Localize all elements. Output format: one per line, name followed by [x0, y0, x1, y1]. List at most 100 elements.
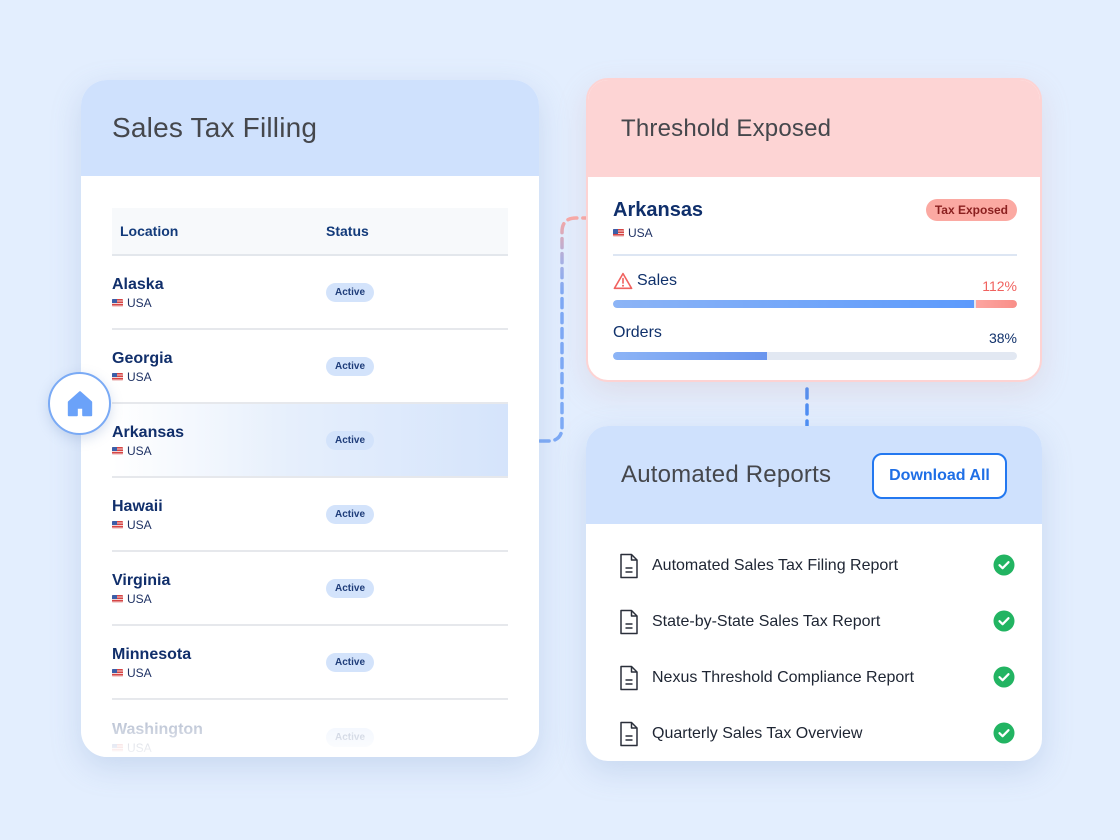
metric-label: Orders [613, 324, 1017, 342]
location-cell: Virginia USA [112, 571, 326, 606]
us-flag-icon [112, 446, 123, 455]
check-circle-icon [993, 610, 1015, 632]
us-flag-icon [613, 229, 624, 237]
metric-orders: Orders 38% [613, 324, 1017, 360]
document-icon [620, 609, 638, 635]
table-row[interactable]: Minnesota USA Active [112, 626, 508, 700]
state-name: Virginia [112, 571, 171, 589]
us-flag-icon [112, 594, 123, 603]
divider [613, 254, 1017, 256]
fade-overlay [81, 697, 539, 757]
state-name: Hawaii [112, 497, 163, 515]
threshold-body: Arkansas USA Tax Exposed Sales 112% Orde… [613, 199, 1017, 360]
report-name: Nexus Threshold Compliance Report [652, 669, 915, 686]
progress-track [613, 352, 1017, 360]
metric-value: 112% [982, 278, 1017, 294]
metric-sales: Sales 112% [613, 272, 1017, 308]
country-text: USA [628, 226, 653, 240]
report-item[interactable]: State-by-State Sales Tax Report [619, 594, 1015, 650]
report-name: Quarterly Sales Tax Overview [652, 725, 863, 742]
check-circle-icon [993, 722, 1015, 744]
country-text: USA [127, 443, 152, 458]
country-label: USA [112, 592, 326, 606]
check-circle-icon [993, 666, 1015, 688]
table-row[interactable]: Alaska USA Active [112, 256, 508, 330]
state-name: Georgia [112, 349, 173, 367]
progress-fill [613, 352, 767, 360]
progress-fill [613, 300, 974, 308]
country-label: USA [613, 226, 1017, 240]
status-cell: Active [326, 430, 375, 450]
location-cell: Alaska USA [112, 275, 326, 310]
us-flag-icon [112, 298, 123, 307]
download-all-button[interactable]: Download All [872, 453, 1007, 499]
country-label: USA [112, 444, 326, 458]
status-badge: Active [326, 505, 375, 524]
state-name: Minnesota [112, 645, 192, 663]
metric-label: Sales [613, 272, 1017, 290]
location-cell: Arkansas USA [112, 423, 326, 458]
reports-list: Automated Sales Tax Filing Report State-… [619, 538, 1015, 761]
card-header: Threshold Exposed [588, 80, 1040, 177]
status-badge: Active [326, 653, 375, 672]
country-label: USA [112, 370, 326, 384]
home-button[interactable] [48, 372, 111, 435]
status-badge: Active [326, 579, 375, 598]
report-name: Automated Sales Tax Filing Report [652, 557, 899, 574]
report-item[interactable]: Automated Sales Tax Filing Report [619, 538, 1015, 594]
table-header: Location Status [112, 208, 508, 256]
status-cell: Active [326, 282, 375, 302]
country-text: USA [127, 517, 152, 532]
location-cell: Georgia USA [112, 349, 326, 384]
status-badge: Active [326, 431, 375, 450]
tax-exposed-badge: Tax Exposed [925, 199, 1017, 221]
us-flag-icon [112, 520, 123, 529]
document-icon [620, 721, 638, 747]
location-cell: Minnesota USA [112, 645, 326, 680]
country-text: USA [127, 295, 152, 310]
warning-icon [613, 272, 633, 290]
location-cell: Hawaii USA [112, 497, 326, 532]
column-header-status: Status [326, 223, 369, 239]
card-title: Automated Reports [621, 461, 832, 488]
document-icon [620, 553, 638, 579]
status-cell: Active [326, 504, 375, 524]
status-cell: Active [326, 578, 375, 598]
country-text: USA [127, 665, 152, 680]
metric-label-text: Orders [613, 324, 662, 341]
automated-reports-card: Automated Reports Download All Automated… [586, 426, 1042, 761]
state-name: Arkansas [112, 423, 185, 441]
locations-table: Location Status Alaska USA Active Georgi… [112, 208, 508, 757]
progress-overflow [975, 300, 1017, 308]
check-circle-icon [993, 554, 1015, 576]
us-flag-icon [112, 668, 123, 677]
state-name: Alaska [112, 275, 164, 293]
column-header-location: Location [120, 223, 179, 239]
report-name: State-by-State Sales Tax Report [652, 613, 881, 630]
us-flag-icon [112, 372, 123, 381]
country-text: USA [127, 369, 152, 384]
status-cell: Active [326, 356, 375, 376]
table-row[interactable]: Virginia USA Active [112, 552, 508, 626]
progress-track [613, 300, 1017, 308]
card-title: Sales Tax Filling [112, 112, 318, 143]
card-header: Automated Reports Download All [586, 426, 1042, 524]
status-badge: Active [326, 357, 375, 376]
report-item[interactable]: Quarterly Sales Tax Overview [619, 706, 1015, 761]
document-icon [620, 665, 638, 691]
card-header: Sales Tax Filling [81, 80, 539, 176]
status-badge: Active [326, 283, 375, 302]
status-cell: Active [326, 652, 375, 672]
country-label: USA [112, 296, 326, 310]
report-item[interactable]: Nexus Threshold Compliance Report [619, 650, 1015, 706]
sales-tax-filing-card: Sales Tax Filling Location Status Alaska… [81, 80, 539, 757]
country-label: USA [112, 666, 326, 680]
card-title: Threshold Exposed [621, 114, 832, 142]
threshold-exposed-card: Threshold Exposed Arkansas USA Tax Expos… [586, 78, 1042, 382]
table-row[interactable]: Arkansas USA Active [112, 404, 508, 478]
country-text: USA [127, 591, 152, 606]
metric-label-text: Sales [637, 272, 678, 289]
table-row[interactable]: Georgia USA Active [112, 330, 508, 404]
metric-value: 38% [988, 330, 1017, 346]
table-row[interactable]: Hawaii USA Active [112, 478, 508, 552]
